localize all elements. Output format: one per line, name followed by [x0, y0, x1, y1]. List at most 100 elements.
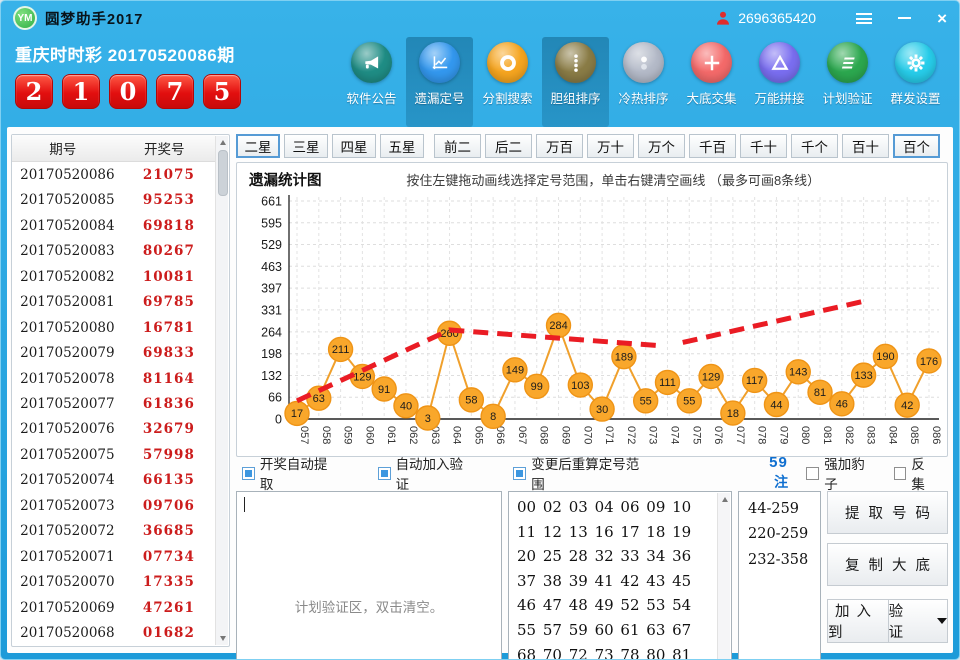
svg-text:069: 069	[560, 426, 572, 444]
app-logo-icon: YM	[13, 6, 37, 30]
toolbar-item[interactable]: 软件公告	[338, 37, 405, 127]
table-row[interactable]: 20170520080 16781	[12, 315, 215, 340]
menu-button[interactable]	[856, 13, 872, 24]
scroll-down-icon[interactable]	[216, 632, 229, 645]
toolbar-item[interactable]: 计划验证	[814, 37, 881, 127]
svg-text:66: 66	[268, 391, 282, 405]
toolbar-item[interactable]: 分割搜索	[474, 37, 541, 127]
svg-text:529: 529	[261, 238, 282, 252]
draw-number-box: 0	[109, 74, 147, 109]
svg-text:129: 129	[353, 371, 371, 383]
svg-text:103: 103	[571, 380, 589, 392]
toolbar-item[interactable]: 冷热排序	[610, 37, 677, 127]
tab[interactable]: 二星	[236, 134, 280, 158]
toolbar-item[interactable]: 胆组排序	[542, 37, 609, 127]
period-cell: 20170520071	[12, 549, 123, 565]
verify-button[interactable]: 验 证	[888, 599, 948, 643]
table-row[interactable]: 20170520068 01682	[12, 621, 215, 646]
svg-text:111: 111	[659, 377, 676, 389]
svg-text:078: 078	[756, 426, 768, 444]
checkbox-option[interactable]: 自动加入验证	[378, 453, 476, 493]
toolbar-item[interactable]: 遗漏定号	[406, 37, 473, 127]
copy-pool-button[interactable]: 复制大底	[827, 543, 948, 586]
checkbox-option[interactable]: 反集	[894, 453, 938, 493]
tab[interactable]: 四星	[332, 134, 376, 158]
svg-text:083: 083	[865, 426, 877, 444]
table-row[interactable]: 20170520078 81164	[12, 366, 215, 391]
svg-text:129: 129	[702, 371, 720, 383]
verify-button-label: 验 证	[889, 600, 931, 642]
svg-text:190: 190	[876, 351, 894, 363]
minimize-button[interactable]	[898, 17, 911, 19]
tab[interactable]: 千个	[791, 134, 838, 158]
table-row[interactable]: 20170520074 66135	[12, 468, 215, 493]
range-item[interactable]: 232-358	[748, 548, 818, 573]
period-cell: 20170520076	[12, 421, 123, 437]
scroll-up-icon[interactable]	[216, 136, 229, 149]
table-row[interactable]: 20170520070 17335	[12, 570, 215, 595]
add-to-button[interactable]: 加入到	[827, 599, 889, 643]
tab[interactable]: 万百	[536, 134, 583, 158]
winning-number-cell: 69818	[123, 218, 215, 234]
numbers-result-panel[interactable]: 00 02 03 04 06 09 10 11 12 13 16 17 18 1…	[508, 491, 732, 660]
omission-chart-panel: 遗漏统计图 按住左键拖动画线选择定号范围，单击右键清空画线 （最多可画8条线） …	[236, 162, 948, 457]
table-row[interactable]: 20170520086 21075	[12, 162, 215, 187]
table-row[interactable]: 20170520071 07734	[12, 544, 215, 569]
range-list[interactable]: 44-259220-259232-358	[738, 491, 821, 660]
tab[interactable]: 百个	[893, 134, 940, 158]
extract-numbers-button[interactable]: 提取号码	[827, 491, 948, 534]
svg-text:068: 068	[538, 426, 550, 444]
tab[interactable]: 五星	[380, 134, 424, 158]
menu-icon	[856, 13, 872, 24]
checkbox-label: 开奖自动提取	[260, 453, 340, 493]
table-row[interactable]: 20170520069 47261	[12, 595, 215, 620]
titlebar: YM 圆梦助手2017 2696365420 ×	[1, 1, 959, 35]
close-button[interactable]: ×	[937, 10, 947, 27]
winning-number-cell: 09706	[123, 498, 215, 514]
tab[interactable]: 后二	[485, 134, 532, 158]
table-row[interactable]: 20170520073 09706	[12, 493, 215, 518]
numbers-text: 00 02 03 04 06 09 10 11 12 13 16 17 18 1…	[517, 498, 691, 660]
checkbox-option[interactable]: 开奖自动提取	[242, 453, 340, 493]
svg-text:149: 149	[506, 365, 524, 377]
scroll-up-icon[interactable]	[718, 493, 731, 506]
table-row[interactable]: 20170520075 57998	[12, 442, 215, 467]
checkbox-option[interactable]: 变更后重算定号范围	[513, 453, 651, 493]
numbers-scrollbar[interactable]	[717, 493, 730, 660]
table-row[interactable]: 20170520083 80267	[12, 238, 215, 263]
table-row[interactable]: 20170520081 69785	[12, 289, 215, 314]
table-row[interactable]: 20170520072 36685	[12, 519, 215, 544]
period-cell: 20170520085	[12, 192, 123, 208]
tab[interactable]: 三星	[284, 134, 328, 158]
svg-text:397: 397	[261, 282, 282, 296]
table-row[interactable]: 20170520082 10081	[12, 264, 215, 289]
table-row[interactable]: 20170520079 69833	[12, 340, 215, 365]
winning-number-cell: 36685	[123, 523, 215, 539]
col-period: 期号	[12, 138, 114, 158]
table-row[interactable]: 20170520084 69818	[12, 213, 215, 238]
tab[interactable]: 千百	[689, 134, 736, 158]
tab[interactable]: 千十	[740, 134, 787, 158]
period-cell: 20170520077	[12, 396, 123, 412]
history-scrollbar[interactable]	[215, 136, 228, 645]
tab[interactable]: 前二	[434, 134, 481, 158]
svg-text:17: 17	[291, 408, 303, 420]
scrollbar-thumb[interactable]	[218, 150, 228, 196]
tab[interactable]: 万个	[638, 134, 685, 158]
range-item[interactable]: 220-259	[748, 522, 818, 547]
plan-verify-textarea[interactable]: 计划验证区，双击清空。	[236, 491, 502, 660]
tab[interactable]: 百十	[842, 134, 889, 158]
toolbar-item[interactable]: 万能拼接	[746, 37, 813, 127]
minimize-icon	[898, 17, 911, 19]
toolbar-item[interactable]: 群发设置	[882, 37, 949, 127]
table-row[interactable]: 20170520076 32679	[12, 417, 215, 442]
omission-chart[interactable]: 0661321982643313974635295956610570580590…	[237, 193, 943, 455]
table-row[interactable]: 20170520085 95253	[12, 187, 215, 212]
period-cell: 20170520086	[12, 167, 123, 183]
table-row[interactable]: 20170520077 61836	[12, 391, 215, 416]
checkbox-option[interactable]: 强加豹子	[806, 453, 877, 493]
toolbar-item[interactable]: 大底交集	[678, 37, 745, 127]
period-cell: 20170520082	[12, 269, 123, 285]
range-item[interactable]: 44-259	[748, 497, 818, 522]
tab[interactable]: 万十	[587, 134, 634, 158]
